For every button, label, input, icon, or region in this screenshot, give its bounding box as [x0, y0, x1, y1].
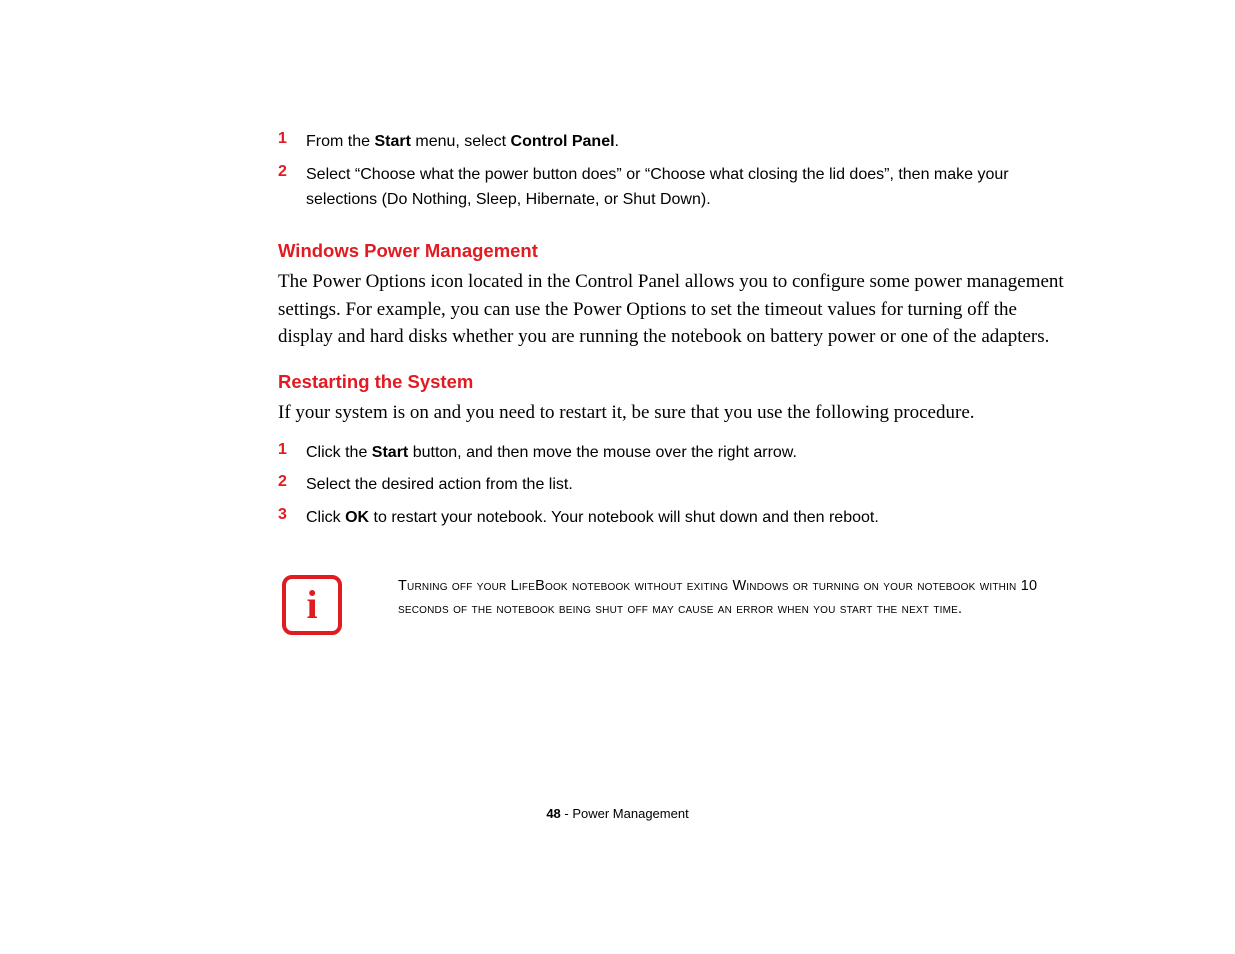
section-heading-power-management: Windows Power Management: [278, 240, 1065, 262]
list-item: 1Click the Start button, and then move t…: [278, 441, 1065, 466]
page-footer: 48 - Power Management: [0, 806, 1235, 821]
list-item-text: Select “Choose what the power button doe…: [306, 163, 1065, 213]
list-item-number: 1: [278, 130, 306, 148]
numbered-list-1: 1From the Start menu, select Control Pan…: [278, 130, 1065, 212]
info-icon-box: i: [282, 575, 342, 635]
section-body-restarting: If your system is on and you need to res…: [278, 399, 1065, 427]
footer-sep: -: [561, 806, 573, 821]
info-text: Turning off your LifeBook notebook witho…: [398, 575, 1065, 621]
document-page: 1From the Start menu, select Control Pan…: [0, 0, 1235, 954]
footer-title: Power Management: [572, 806, 688, 821]
list-item: 3Click OK to restart your notebook. Your…: [278, 506, 1065, 531]
list-item: 2Select the desired action from the list…: [278, 473, 1065, 498]
section-heading-restarting: Restarting the System: [278, 371, 1065, 393]
list-item-text: From the Start menu, select Control Pane…: [306, 130, 619, 155]
list-item-text: Click OK to restart your notebook. Your …: [306, 506, 879, 531]
list-item: 2Select “Choose what the power button do…: [278, 163, 1065, 213]
numbered-list-2: 1Click the Start button, and then move t…: [278, 441, 1065, 531]
page-number: 48: [546, 806, 560, 821]
info-callout: i Turning off your LifeBook notebook wit…: [278, 575, 1065, 635]
list-item-number: 1: [278, 441, 306, 459]
section-body-power-management: The Power Options icon located in the Co…: [278, 268, 1065, 351]
list-item: 1From the Start menu, select Control Pan…: [278, 130, 1065, 155]
list-item-text: Click the Start button, and then move th…: [306, 441, 797, 466]
list-item-number: 3: [278, 506, 306, 524]
info-icon: i: [282, 575, 342, 635]
info-icon-letter: i: [306, 585, 317, 625]
list-item-number: 2: [278, 163, 306, 181]
list-item-number: 2: [278, 473, 306, 491]
list-item-text: Select the desired action from the list.: [306, 473, 573, 498]
